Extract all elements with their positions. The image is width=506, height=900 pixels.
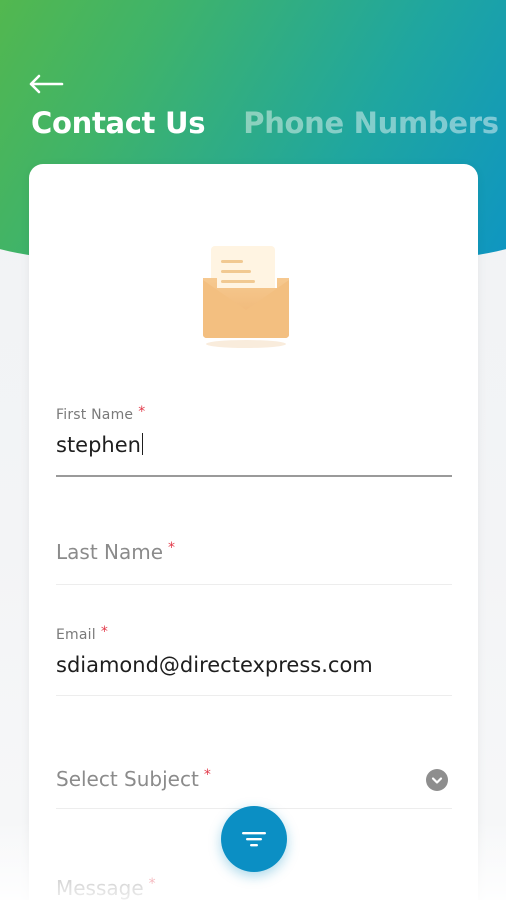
- required-mark: *: [148, 876, 156, 892]
- required-mark: *: [168, 540, 176, 556]
- arrow-left-icon: [29, 74, 64, 94]
- subject-select[interactable]: Select Subject *: [56, 767, 452, 809]
- required-mark: *: [138, 404, 146, 420]
- email-underline: [56, 695, 452, 696]
- email-label: Email: [56, 627, 96, 643]
- required-mark: *: [203, 767, 211, 783]
- first-name-field[interactable]: First Name * stephen: [56, 404, 452, 477]
- email-label-row: Email *: [56, 624, 452, 643]
- tab-bar: Contact Us Phone Numbers: [31, 106, 506, 146]
- back-button[interactable]: [26, 66, 66, 102]
- first-name-label-row: First Name *: [56, 404, 452, 423]
- contact-screen: Contact UsPhone Numbers First Name* st: [0, 0, 506, 900]
- first-name-value: stephen: [56, 433, 141, 457]
- tab-contact-us[interactable]: Contact Us: [31, 106, 206, 140]
- first-name-underline: [56, 475, 452, 477]
- email-input[interactable]: sdiamond@directexpress.com: [56, 653, 452, 681]
- message-field[interactable]: Message *: [56, 876, 452, 900]
- chevron-down-icon[interactable]: [426, 769, 448, 791]
- first-name-label: First Name: [56, 407, 134, 423]
- text-cursor: [141, 433, 144, 455]
- first-name-input[interactable]: stephen: [56, 433, 452, 461]
- last-name-placeholder: Last Name: [56, 540, 164, 564]
- subject-placeholder: Select Subject: [56, 767, 199, 791]
- email-field[interactable]: Email * sdiamond@directexpress.com: [56, 624, 452, 696]
- message-placeholder: Message: [56, 876, 144, 900]
- filter-lines-icon: [242, 832, 266, 847]
- required-mark: *: [100, 624, 108, 640]
- filter-fab-button[interactable]: [221, 806, 287, 872]
- last-name-underline: [56, 584, 452, 585]
- tab-phone-numbers[interactable]: Phone Numbers: [243, 106, 499, 140]
- open-envelope-icon: [203, 246, 289, 348]
- last-name-field[interactable]: Last Name *: [56, 540, 452, 585]
- contact-form-card: First Name * stephen Last Name * Email * sd…: [29, 164, 478, 900]
